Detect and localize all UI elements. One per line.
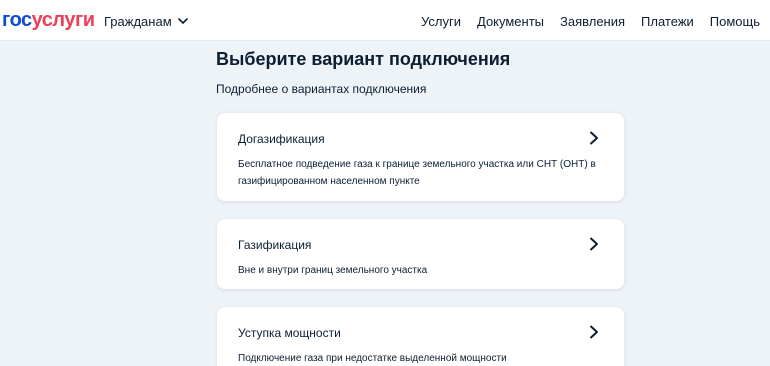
gosuslugi-logo[interactable]: госуслуги xyxy=(2,9,95,31)
option-title: Уступка мощности xyxy=(238,326,341,340)
logo-text-part1: гос xyxy=(2,9,32,31)
top-header: госуслуги Гражданам Услуги Документы Зая… xyxy=(0,0,770,41)
chevron-right-icon xyxy=(588,237,600,251)
option-card-capacity-transfer[interactable]: Уступка мощности Подключение газа при не… xyxy=(217,307,624,366)
more-info-link[interactable]: Подробнее о вариантах подключения xyxy=(216,82,426,96)
logo-text-part2: услуги xyxy=(31,9,95,31)
audience-selector[interactable]: Гражданам xyxy=(104,12,188,30)
option-card-gasification[interactable]: Газификация Вне и внутри границ земельно… xyxy=(217,219,624,289)
nav-link-documents[interactable]: Документы xyxy=(477,14,544,29)
page-title: Выберите вариант подключения xyxy=(216,49,511,69)
option-description: Бесплатное подведение газа к границе зем… xyxy=(238,159,596,187)
nav-link-applications[interactable]: Заявления xyxy=(560,14,625,29)
main-nav: Услуги Документы Заявления Платежи Помощ… xyxy=(421,12,760,30)
chevron-right-icon xyxy=(588,325,600,339)
chevron-down-icon xyxy=(177,17,188,25)
option-description: Подключение газа при недостатке выделенн… xyxy=(238,353,507,364)
option-card-dogazification[interactable]: Догазификация Бесплатное подведение газа… xyxy=(217,113,624,201)
option-title: Газификация xyxy=(238,238,312,252)
option-title: Догазификация xyxy=(238,132,325,146)
chevron-right-icon xyxy=(588,131,600,145)
nav-link-payments[interactable]: Платежи xyxy=(641,14,694,29)
audience-label: Гражданам xyxy=(104,13,172,29)
nav-link-services[interactable]: Услуги xyxy=(421,14,461,29)
option-description: Вне и внутри границ земельного участка xyxy=(238,265,428,276)
nav-link-help[interactable]: Помощь xyxy=(710,14,760,29)
